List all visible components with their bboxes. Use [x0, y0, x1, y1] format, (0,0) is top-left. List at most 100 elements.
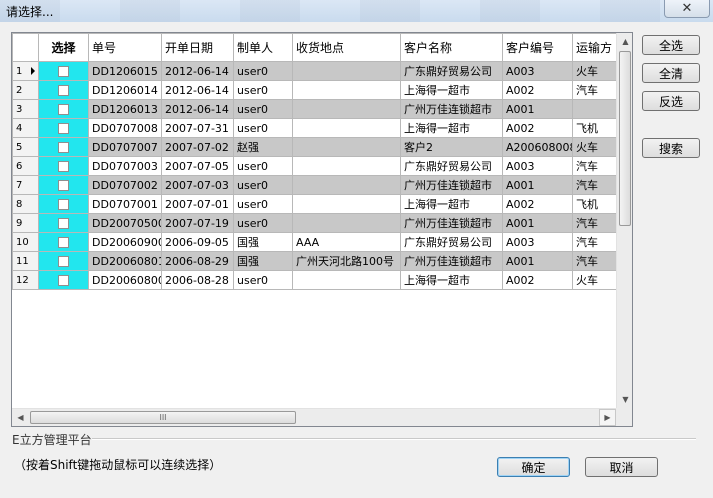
cell-open-date[interactable]: 2007-07-19 [161, 213, 234, 233]
row-checkbox[interactable] [58, 275, 69, 286]
cell-customer-code[interactable]: A002 [502, 270, 573, 290]
scroll-right-icon[interactable]: ▶ [599, 409, 616, 426]
vertical-scroll-thumb[interactable] [619, 51, 631, 226]
cell-order-no[interactable]: DD0707007 [88, 137, 162, 157]
cell-order-no[interactable]: DD0707001 [88, 194, 162, 214]
cell-delivery-place[interactable]: 广州天河北路100号 [292, 251, 401, 271]
search-button[interactable]: 搜索 [642, 138, 700, 158]
cell-customer-code[interactable]: A002 [502, 194, 573, 214]
invert-selection-button[interactable]: 反选 [642, 91, 700, 111]
column-header-customer-name[interactable]: 客户名称 [400, 33, 503, 62]
row-number[interactable]: 8 [12, 194, 39, 214]
cell-open-date[interactable]: 2012-06-14 [161, 99, 234, 119]
cell-transport[interactable]: 汽车 [572, 232, 616, 252]
table-row[interactable]: 7 DD0707002 2007-07-03 user0 广州万佳连锁超市 A001 汽车 [12, 175, 616, 195]
cell-delivery-place[interactable]: AAA [292, 232, 401, 252]
cell-order-no[interactable]: DD1206013 [88, 99, 162, 119]
cell-open-date[interactable]: 2007-07-02 [161, 137, 234, 157]
row-number[interactable]: 2 [12, 80, 39, 100]
row-checkbox[interactable] [58, 237, 69, 248]
row-checkbox[interactable] [58, 123, 69, 134]
cell-open-date[interactable]: 2012-06-14 [161, 61, 234, 81]
row-number[interactable]: 6 [12, 156, 39, 176]
cell-customer-name[interactable]: 上海得一超市 [400, 194, 503, 214]
cell-customer-code[interactable]: A003 [502, 232, 573, 252]
row-number[interactable]: 12 [12, 270, 39, 290]
column-header-customer-code[interactable]: 客户编号 [502, 33, 573, 62]
cell-transport[interactable]: 汽车 [572, 175, 616, 195]
row-number[interactable]: 1 [12, 61, 39, 81]
cell-creator[interactable]: user0 [233, 194, 293, 214]
cell-open-date[interactable]: 2007-07-03 [161, 175, 234, 195]
row-checkbox[interactable] [58, 142, 69, 153]
cell-customer-code[interactable]: A003 [502, 61, 573, 81]
cell-delivery-place[interactable] [292, 213, 401, 233]
cell-transport[interactable]: 火车 [572, 61, 616, 81]
row-number[interactable]: 5 [12, 137, 39, 157]
row-checkbox[interactable] [58, 218, 69, 229]
vertical-scrollbar[interactable]: ▲ ▼ [616, 33, 632, 408]
row-checkbox[interactable] [58, 104, 69, 115]
row-number[interactable]: 4 [12, 118, 39, 138]
cell-open-date[interactable]: 2006-08-29 [161, 251, 234, 271]
table-row[interactable]: 1 DD1206015 2012-06-14 user0 广东鼎好贸易公司 A003 火车 [12, 61, 616, 81]
cell-creator[interactable]: user0 [233, 61, 293, 81]
cell-delivery-place[interactable] [292, 118, 401, 138]
cell-delivery-place[interactable] [292, 156, 401, 176]
row-checkbox[interactable] [58, 256, 69, 267]
cell-open-date[interactable]: 2012-06-14 [161, 80, 234, 100]
cell-customer-code[interactable]: A002 [502, 118, 573, 138]
cell-open-date[interactable]: 2007-07-31 [161, 118, 234, 138]
table-row[interactable]: 8 DD0707001 2007-07-01 user0 上海得一超市 A002 飞机 [12, 194, 616, 214]
cell-delivery-place[interactable] [292, 137, 401, 157]
cell-customer-name[interactable]: 广州万佳连锁超市 [400, 213, 503, 233]
cell-customer-code[interactable]: A001 [502, 213, 573, 233]
scroll-left-icon[interactable]: ◀ [12, 409, 29, 426]
cell-customer-name[interactable]: 广东鼎好贸易公司 [400, 61, 503, 81]
table-row[interactable]: 5 DD0707007 2007-07-02 赵强 客户2 A200608008 火车 [12, 137, 616, 157]
row-number[interactable]: 7 [12, 175, 39, 195]
cell-customer-name[interactable]: 广东鼎好贸易公司 [400, 156, 503, 176]
cell-delivery-place[interactable] [292, 175, 401, 195]
cell-delivery-place[interactable] [292, 194, 401, 214]
cell-customer-code[interactable]: A001 [502, 99, 573, 119]
row-number[interactable]: 11 [12, 251, 39, 271]
cell-order-no[interactable]: DD0707002 [88, 175, 162, 195]
row-checkbox[interactable] [58, 161, 69, 172]
cell-order-no[interactable]: DD1206014 [88, 80, 162, 100]
table-row[interactable]: 9 DD2007050012007-07-19user0 广州万佳连锁超市A001汽… [12, 213, 616, 233]
cell-delivery-place[interactable] [292, 270, 401, 290]
column-header-creator[interactable]: 制单人 [233, 33, 293, 62]
cell-delivery-place[interactable] [292, 61, 401, 81]
cell-transport[interactable]: 汽车 [572, 80, 616, 100]
row-number[interactable]: 10 [12, 232, 39, 252]
cell-creator[interactable]: user0 [233, 80, 293, 100]
clear-all-button[interactable]: 全清 [642, 63, 700, 83]
cell-customer-code[interactable]: A001 [502, 175, 573, 195]
cell-creator[interactable]: 赵强 [233, 137, 293, 157]
cell-customer-name[interactable]: 上海得一超市 [400, 80, 503, 100]
cell-customer-name[interactable]: 广州万佳连锁超市 [400, 175, 503, 195]
cell-customer-name[interactable]: 广州万佳连锁超市 [400, 251, 503, 271]
cell-creator[interactable]: 国强 [233, 251, 293, 271]
cell-creator[interactable]: user0 [233, 270, 293, 290]
cell-delivery-place[interactable] [292, 99, 401, 119]
cell-order-no[interactable]: DD200705001 [88, 213, 162, 233]
cell-transport[interactable] [572, 99, 616, 119]
table-row[interactable]: 2 DD1206014 2012-06-14 user0 上海得一超市 A002 汽车 [12, 80, 616, 100]
table-row[interactable]: 6 DD0707003 2007-07-05 user0 广东鼎好贸易公司 A003 汽车 [12, 156, 616, 176]
cell-transport[interactable]: 汽车 [572, 251, 616, 271]
column-header-order-no[interactable]: 单号 [88, 33, 162, 62]
cell-transport[interactable]: 汽车 [572, 213, 616, 233]
cell-order-no[interactable]: DD1206015 [88, 61, 162, 81]
table-row[interactable]: 3 DD1206013 2012-06-14 user0 广州万佳连锁超市 A001 [12, 99, 616, 119]
cell-open-date[interactable]: 2007-07-05 [161, 156, 234, 176]
column-header-select[interactable]: 选择 [38, 33, 89, 62]
cell-creator[interactable]: user0 [233, 213, 293, 233]
row-checkbox[interactable] [58, 199, 69, 210]
column-header-open-date[interactable]: 开单日期 [161, 33, 234, 62]
cell-customer-code[interactable]: A200608008 [502, 137, 573, 157]
cell-order-no[interactable]: DD200609001 [88, 232, 162, 252]
cell-customer-name[interactable]: 广州万佳连锁超市 [400, 99, 503, 119]
ok-button[interactable]: 确定 [497, 457, 570, 477]
